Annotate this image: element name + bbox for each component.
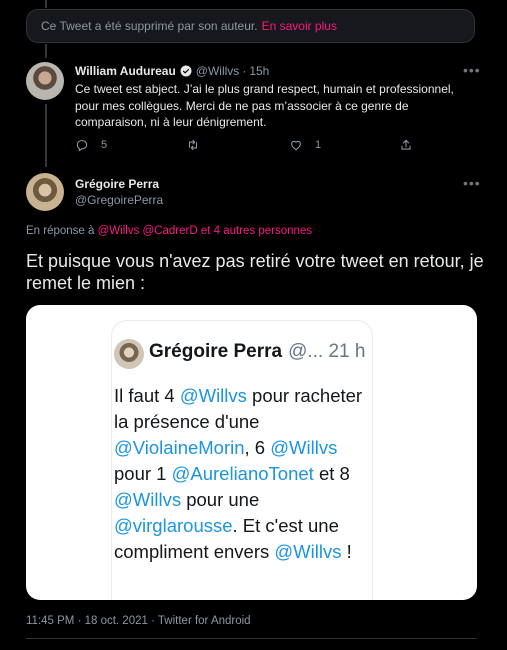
- embedded-mention: @Willvs: [179, 385, 247, 406]
- embedded-text-segment: et 8: [313, 463, 350, 484]
- thread-line-lower: [45, 104, 47, 167]
- embedded-mention: @virglarousse: [114, 515, 233, 536]
- reply-mentions[interactable]: @Willvs @CadrerD: [98, 225, 198, 237]
- author-handle[interactable]: @GregoirePerra: [75, 193, 163, 207]
- reply-tweet-actions: 5 1: [75, 138, 475, 154]
- deleted-tweet-notice: Ce Tweet a été supprimé par son auteur. …: [26, 9, 475, 43]
- main-tweet-name: Grégoire Perra: [75, 177, 159, 191]
- avatar-gregoire-perra[interactable]: [26, 173, 64, 211]
- reply-tweet-header: William Audureau @Willvs · 15h: [75, 64, 269, 78]
- embedded-mention: @Willvs: [114, 489, 182, 510]
- embedded-text-segment: pour 1: [114, 463, 172, 484]
- reply-icon: [76, 140, 88, 152]
- learn-more-link[interactable]: En savoir plus: [262, 19, 337, 33]
- more-icon[interactable]: •••: [463, 175, 481, 191]
- embedded-mention: @Willvs: [270, 437, 338, 458]
- embedded-mention: @ViolaineMorin: [114, 437, 245, 458]
- reply-tweet-text: Ce tweet est abject. J’ai le plus grand …: [75, 82, 454, 129]
- embedded-author-name: Grégoire Perra: [149, 341, 283, 362]
- embedded-avatar: [114, 339, 144, 369]
- main-tweet-text: Et puisque vous n'avez pas retiré votre …: [26, 251, 484, 293]
- reply-count: 5: [101, 139, 108, 151]
- embedded-mention: @Willvs: [274, 541, 342, 562]
- tweet-time[interactable]: 15h: [249, 64, 269, 78]
- author-handle[interactable]: @Willvs: [196, 64, 240, 78]
- deleted-notice-text: Ce Tweet a été supprimé par son auteur.: [41, 19, 258, 33]
- embedded-text-segment: !: [341, 541, 352, 562]
- divider: [26, 638, 477, 639]
- like-icon: [291, 140, 301, 151]
- thread-line-upper: [45, 44, 47, 58]
- author-name[interactable]: William Audureau: [75, 64, 176, 78]
- share-icon: [401, 139, 411, 150]
- embedded-mention: @AurelianoTonet: [171, 463, 314, 484]
- reply-button[interactable]: 5: [75, 138, 107, 152]
- share-button[interactable]: [399, 138, 413, 152]
- replying-to: En réponse à @Willvs @CadrerD et 4 autre…: [26, 225, 312, 237]
- author-name[interactable]: Grégoire Perra: [75, 177, 159, 191]
- reply-others-link[interactable]: et 4 autres personnes: [201, 225, 312, 237]
- meta-separator: ·: [242, 64, 247, 78]
- embedded-text-segment: Il faut 4: [114, 385, 180, 406]
- embedded-text-segment: pour une: [181, 489, 260, 510]
- main-tweet-handle-row: @GregoirePerra: [75, 193, 163, 207]
- attached-screenshot[interactable]: Grégoire Perra @... 21 h Il faut 4 @Willv…: [26, 305, 477, 600]
- embedded-meta: @... 21 h: [288, 341, 366, 362]
- embedded-tweet: Grégoire Perra @... 21 h Il faut 4 @Willv…: [111, 320, 373, 600]
- retweet-button[interactable]: [186, 138, 200, 152]
- retweet-icon: [188, 139, 198, 151]
- embedded-tweet-text: Il faut 4 @Willvs pour racheter la prése…: [114, 383, 372, 565]
- more-icon[interactable]: •••: [463, 62, 481, 78]
- thread-line-top: [45, 0, 47, 8]
- embedded-text-segment: , 6: [244, 437, 271, 458]
- like-count: 1: [315, 139, 322, 151]
- avatar-william-audureau[interactable]: [26, 62, 64, 100]
- reply-prefix: En réponse à: [26, 225, 95, 237]
- embedded-header: Grégoire Perra @... 21 h: [149, 341, 365, 363]
- verified-icon: [180, 65, 192, 77]
- like-button[interactable]: 1: [289, 138, 321, 152]
- tweet-timestamp[interactable]: 11:45 PM · 18 oct. 2021 · Twitter for An…: [26, 615, 251, 627]
